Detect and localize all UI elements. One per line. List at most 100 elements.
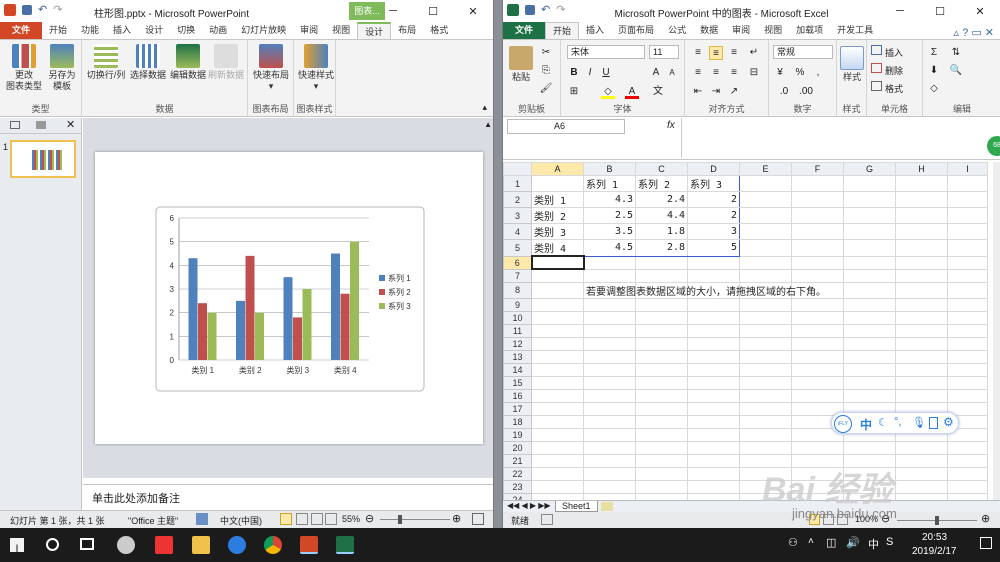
grow-font-icon[interactable]: A [649, 66, 663, 80]
people-icon[interactable]: ⚇ [788, 536, 798, 549]
cell[interactable] [531, 414, 584, 429]
keyboard-icon[interactable] [929, 417, 938, 429]
cell[interactable] [635, 297, 688, 312]
fit-slide-icon[interactable] [472, 513, 484, 525]
cell[interactable] [739, 223, 792, 240]
chart-object[interactable]: 0 1 2 3 4 5 6 类别 1 类别 2 类别 3 类别 4 系列 1 系列 2 系列 3 [155, 206, 425, 392]
scroll-up-icon[interactable]: ▲ [484, 120, 492, 129]
tab-file[interactable]: 文件 [0, 22, 43, 39]
cell[interactable] [687, 255, 740, 270]
microphone-icon[interactable]: 🎙 [912, 416, 926, 429]
cell[interactable] [739, 191, 792, 208]
font-color-icon[interactable]: A [625, 85, 639, 99]
cell[interactable] [843, 223, 896, 240]
quick-layout-button[interactable]: 快速布局 ▾ [250, 44, 292, 92]
delete-cells-button[interactable]: 删除 [885, 64, 903, 77]
row-header[interactable]: 8 [503, 281, 532, 299]
worksheet-grid[interactable]: A B C D E F G H I 1 系列 1 系列 2 系列 3 2 类别 1 4.3 2.4 2 3 类别 22… [503, 162, 993, 500]
tab-home[interactable]: 开始 [545, 22, 580, 39]
cell[interactable] [843, 336, 896, 351]
column-header[interactable]: C [635, 162, 688, 176]
align-left-icon[interactable]: ≡ [691, 66, 705, 80]
italic-button[interactable]: I [583, 66, 597, 80]
decrease-indent-icon[interactable]: ⇤ [691, 85, 705, 99]
cell[interactable] [635, 414, 688, 429]
reading-view-icon[interactable] [311, 513, 323, 525]
cell[interactable]: 类别 1 [531, 191, 584, 208]
tab-animations[interactable]: 动画 [202, 22, 234, 39]
cell[interactable] [791, 349, 844, 364]
quick-styles-button[interactable]: 快速样式 ▾ [296, 44, 336, 92]
file-explorer-icon[interactable] [192, 536, 210, 554]
cell[interactable]: 2.5 [583, 207, 636, 224]
settings-gear-icon[interactable]: ⚙ [943, 415, 954, 429]
cell[interactable] [531, 388, 584, 403]
cell[interactable] [947, 207, 988, 224]
cell[interactable]: 若要调整图表数据区域的大小，请拖拽区域的右下角。 [583, 281, 826, 299]
increase-indent-icon[interactable]: ⇥ [709, 85, 723, 99]
fill-color-icon[interactable]: ◇ [601, 85, 615, 99]
tab-data[interactable]: 数据 [693, 22, 725, 39]
column-header[interactable]: B [583, 162, 636, 176]
cell[interactable] [687, 349, 740, 364]
cell[interactable] [739, 175, 792, 192]
cell[interactable] [531, 453, 584, 468]
ime-extra-icon[interactable]: S [886, 536, 893, 548]
cell[interactable] [687, 310, 740, 325]
cell[interactable] [947, 336, 988, 351]
row-header[interactable]: 22 [503, 466, 532, 481]
moon-icon[interactable]: ☾ [878, 416, 888, 429]
copy-icon[interactable]: ⎘ [539, 64, 553, 78]
tab-addins[interactable]: 加载项 [789, 22, 830, 39]
cell[interactable] [635, 479, 688, 494]
excel-taskbar-icon[interactable] [336, 536, 354, 554]
shrink-font-icon[interactable]: A [665, 66, 679, 80]
comma-icon[interactable]: , [811, 66, 825, 80]
cell[interactable]: 类别 4 [531, 239, 584, 257]
row-header[interactable]: 10 [503, 310, 532, 325]
cell[interactable] [687, 323, 740, 338]
spellcheck-icon[interactable] [196, 513, 208, 525]
increase-decimal-icon[interactable]: .0 [777, 85, 791, 99]
tab-formulas[interactable]: 公式 [661, 22, 693, 39]
cell[interactable] [895, 336, 948, 351]
cell[interactable] [739, 388, 792, 403]
cell[interactable] [791, 336, 844, 351]
cell[interactable] [895, 362, 948, 377]
cell[interactable] [635, 440, 688, 455]
ime-toolbar[interactable]: iFLY 中 ☾ °, 🎙 ⚙ [831, 412, 959, 434]
cell[interactable] [635, 375, 688, 390]
row-header[interactable]: 20 [503, 440, 532, 455]
column-header[interactable]: A [531, 162, 584, 176]
borders-icon[interactable]: ⊞ [567, 85, 581, 99]
cell[interactable] [895, 223, 948, 240]
switch-row-column-button[interactable]: 切换行/列 [86, 44, 126, 81]
sheet-tab-sheet1[interactable]: Sheet1 [555, 501, 598, 512]
cell[interactable]: 2.8 [635, 239, 688, 257]
cell[interactable] [687, 492, 740, 500]
wrap-text-icon[interactable]: ↵ [747, 46, 761, 60]
cell[interactable] [531, 310, 584, 325]
font-name-select[interactable]: 宋体 [567, 45, 645, 59]
cell[interactable] [895, 388, 948, 403]
row-header[interactable]: 21 [503, 453, 532, 468]
cell[interactable]: 系列 2 [635, 175, 688, 192]
close-pane-icon[interactable]: ✕ [66, 118, 75, 131]
cell[interactable] [687, 401, 740, 416]
cell[interactable] [895, 207, 948, 224]
cell[interactable] [687, 440, 740, 455]
cell[interactable] [583, 297, 636, 312]
cell[interactable] [583, 427, 636, 442]
cell[interactable] [739, 207, 792, 224]
column-header[interactable]: H [895, 162, 948, 176]
cell[interactable] [739, 362, 792, 377]
punctuation-icon[interactable]: °, [894, 416, 901, 428]
cell[interactable]: 2 [687, 191, 740, 208]
insert-sheet-icon[interactable] [601, 502, 613, 511]
close-button[interactable]: ✕ [960, 0, 1000, 22]
cell[interactable] [947, 223, 988, 240]
row-header[interactable]: 9 [503, 297, 532, 312]
cell[interactable] [635, 323, 688, 338]
format-cells-button[interactable]: 格式 [885, 82, 903, 95]
cell[interactable] [739, 401, 792, 416]
